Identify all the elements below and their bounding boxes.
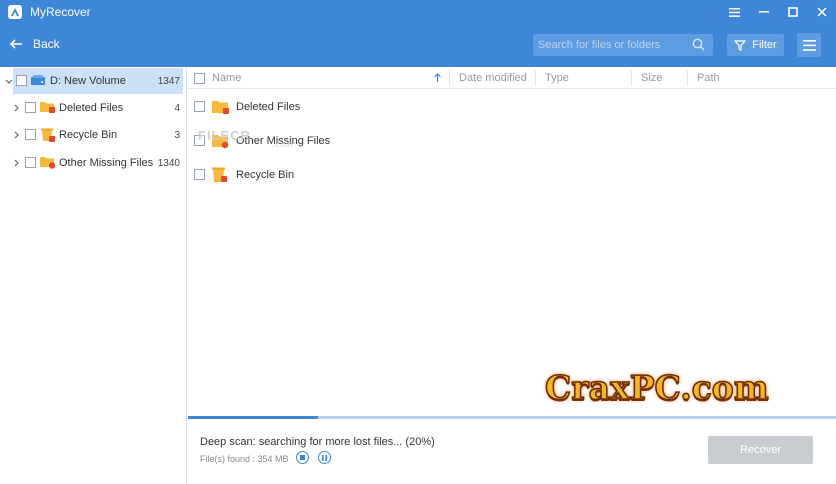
tree-item-count: 3 [174, 129, 180, 141]
back-button[interactable]: Back [10, 37, 60, 51]
missing-folder-icon [40, 157, 56, 169]
tree-item-other-missing-files[interactable]: Other Missing Files 1340 [0, 150, 186, 176]
sort-arrow-up-icon[interactable] [433, 73, 442, 83]
filter-icon [734, 39, 747, 51]
minimize-button[interactable] [749, 0, 778, 24]
tree-checkbox[interactable] [25, 157, 36, 168]
tree-checkbox[interactable] [25, 129, 36, 140]
row-name: Deleted Files [236, 101, 301, 113]
chevron-right-icon[interactable] [12, 103, 22, 113]
tree-item-recycle-bin[interactable]: Recycle Bin 3 [0, 122, 186, 148]
chevron-right-icon[interactable] [12, 158, 22, 168]
app-title: MyRecover [30, 5, 91, 19]
tree-item-label: Other Missing Files [59, 157, 154, 169]
main-menu-button[interactable] [797, 33, 821, 57]
window-menu-button[interactable] [720, 0, 749, 24]
toolbar: Back Filter [0, 24, 836, 67]
tree-item-label: D: New Volume [50, 75, 126, 87]
window-controls [720, 0, 836, 24]
deleted-folder-icon [40, 102, 55, 113]
search-input[interactable] [533, 34, 683, 56]
recover-button[interactable]: Recover [708, 436, 813, 464]
column-separator[interactable] [449, 70, 450, 86]
app-logo-icon [8, 5, 22, 19]
chevron-down-icon[interactable] [4, 77, 14, 87]
file-list: Name Date modified Type Size Path Delete… [188, 67, 836, 416]
scan-status-text: Deep scan: searching for more lost files… [200, 436, 435, 448]
search-icon[interactable] [692, 38, 705, 51]
column-name[interactable]: Name [212, 67, 241, 89]
row-name: Recycle Bin [236, 169, 295, 181]
tree-item-label: Deleted Files [59, 102, 124, 114]
tree-item-new-volume[interactable]: D: New Volume 1347 [5, 68, 183, 94]
column-separator[interactable] [535, 70, 536, 86]
tree-item-count: 1340 [157, 157, 180, 169]
tree-checkbox[interactable] [25, 102, 36, 113]
recycle-bin-icon [212, 167, 227, 182]
stop-scan-button[interactable] [296, 451, 309, 464]
maximize-icon [787, 7, 798, 17]
select-all-checkbox[interactable] [194, 73, 205, 84]
tree-item-deleted-files[interactable]: Deleted Files 4 [0, 95, 186, 121]
filter-label: Filter [752, 39, 777, 51]
stop-icon [300, 455, 305, 460]
files-found-text: File(s) found : 354 MB [200, 454, 289, 464]
close-icon [816, 7, 827, 17]
chevron-right-icon[interactable] [12, 130, 22, 140]
back-label: Back [33, 37, 60, 51]
drive-icon [31, 75, 45, 85]
pause-icon [322, 454, 327, 461]
column-path[interactable]: Path [697, 67, 720, 89]
list-item[interactable]: Deleted Files [188, 90, 836, 124]
column-separator[interactable] [631, 70, 632, 86]
column-separator[interactable] [687, 70, 688, 86]
tree-item-label: Recycle Bin [59, 129, 118, 141]
minimize-icon [758, 11, 769, 13]
title-bar: MyRecover [0, 0, 836, 24]
list-item[interactable]: Recycle Bin [188, 158, 836, 192]
maximize-button[interactable] [778, 0, 807, 24]
recycle-bin-icon [41, 128, 55, 142]
tree-item-count: 1347 [157, 75, 180, 87]
hamburger-icon [729, 7, 740, 17]
list-header: Name Date modified Type Size Path [188, 67, 836, 89]
folder-tree: D: New Volume 1347 Deleted Files 4 Recyc… [0, 67, 187, 484]
row-checkbox[interactable] [194, 169, 205, 180]
column-date-modified[interactable]: Date modified [459, 67, 527, 89]
deleted-folder-icon [212, 101, 229, 114]
row-checkbox[interactable] [194, 101, 205, 112]
column-type[interactable]: Type [545, 67, 569, 89]
pause-scan-button[interactable] [318, 451, 331, 464]
arrow-left-icon [10, 39, 22, 49]
close-button[interactable] [807, 0, 836, 24]
scan-status-panel: Deep scan: searching for more lost files… [188, 419, 836, 484]
column-size[interactable]: Size [641, 67, 662, 89]
craxpc-watermark: CraxPC.com [544, 367, 769, 408]
tree-item-count: 4 [174, 102, 180, 114]
menu-icon [802, 39, 816, 51]
filter-button[interactable]: Filter [727, 34, 784, 56]
search-box[interactable] [533, 34, 713, 56]
tree-checkbox[interactable] [16, 75, 27, 86]
filecr-watermark: FILECR .com [198, 128, 294, 149]
app-header: MyRecover Back Filter [0, 0, 836, 67]
